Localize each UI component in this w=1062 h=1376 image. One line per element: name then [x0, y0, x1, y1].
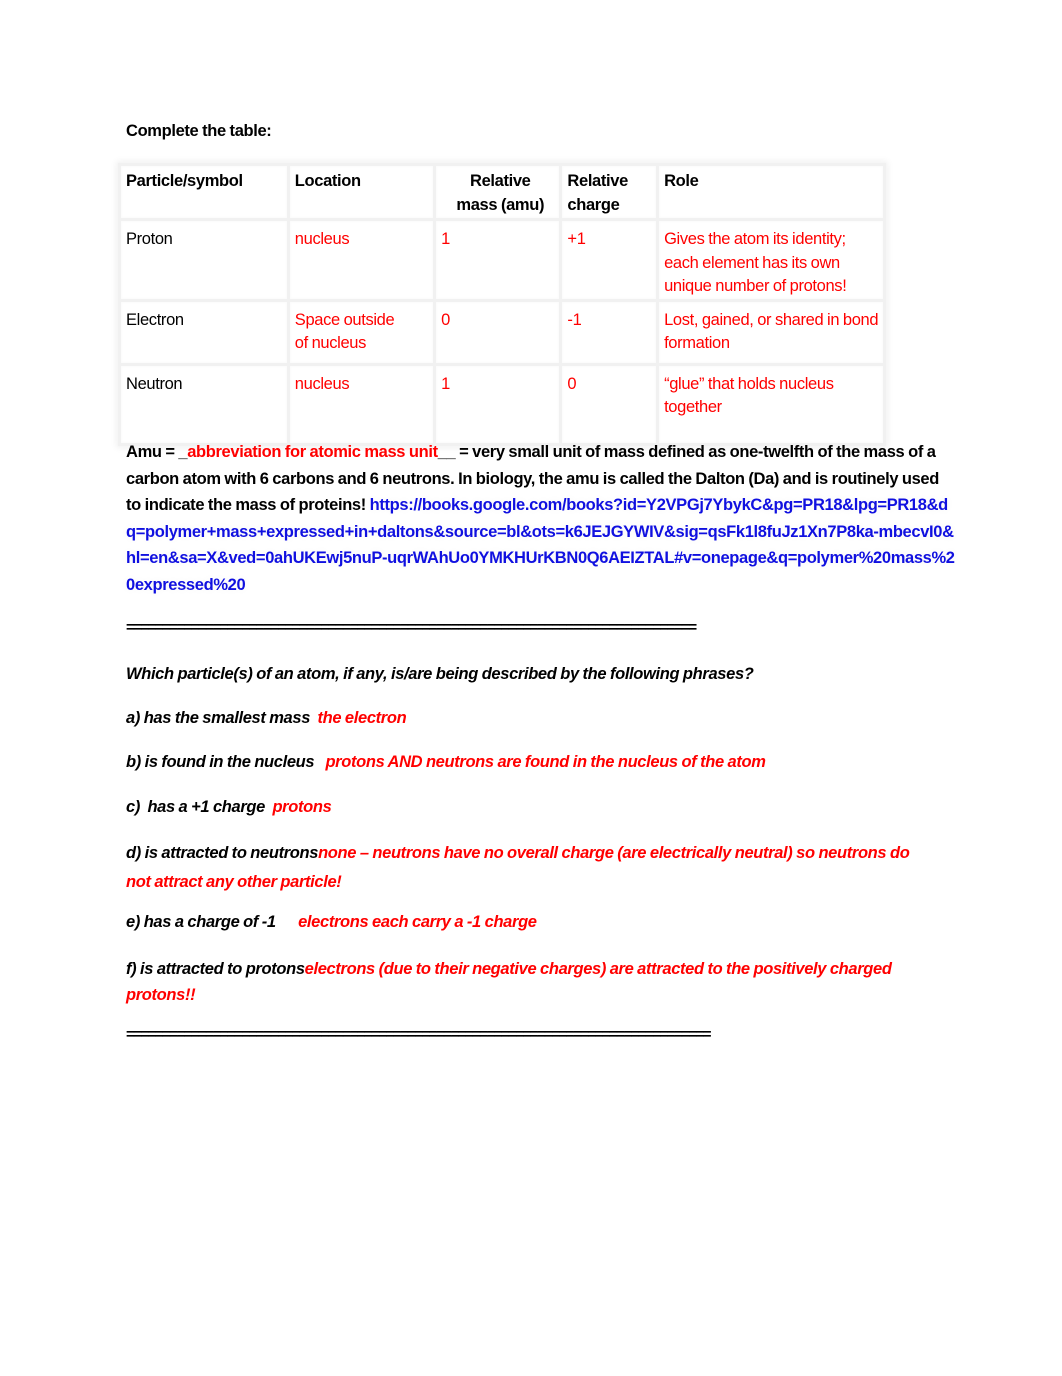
- questions-intro: Which particle(s) of an atom, if any, is…: [126, 665, 754, 683]
- question-label: d) is attracted to neutrons: [126, 844, 319, 862]
- cell-location: nucleus: [286, 362, 437, 446]
- question-label: c) has a +1 charge: [126, 798, 273, 816]
- cell-mass: 1: [433, 218, 563, 302]
- cell-role: “glue” that holds nucleus together: [656, 362, 886, 446]
- section-heading: Complete the table:: [126, 122, 272, 140]
- amu-answer: abbreviation for atomic mass unit: [187, 443, 438, 461]
- table-row: Proton nucleus 1 +1 Gives the atom its i…: [118, 218, 886, 302]
- header-relative-mass: Relative mass (amu): [433, 163, 563, 221]
- question-label: a) has the smallest mass: [126, 709, 318, 727]
- question-e: e) has a charge of -1 electrons each car…: [126, 911, 916, 934]
- question-answer: electrons each carry a -1 charge: [298, 913, 537, 931]
- cell-charge: -1: [559, 298, 660, 366]
- amu-prefix: Amu = _: [126, 443, 188, 461]
- header-role: Role: [656, 163, 886, 221]
- question-a: a) has the smallest mass the electron: [126, 707, 916, 730]
- cell-particle: Neutron: [118, 362, 290, 446]
- question-c: c) has a +1 charge protons: [126, 796, 916, 819]
- cell-location-text: Space outside of nucleus: [294, 310, 395, 353]
- particle-table: Particle/symbol Location Relative mass (…: [118, 163, 886, 446]
- cell-particle: Proton: [118, 218, 290, 302]
- table-row: Electron Space outside of nucleus 0 -1 L…: [118, 298, 886, 366]
- amu-definition-paragraph: Amu = _abbreviation for atomic mass unit…: [126, 439, 956, 599]
- header-relative-charge: Relative charge: [559, 163, 660, 221]
- separator-line: ========================================…: [126, 1026, 712, 1043]
- question-label: e) has a charge of -1: [126, 913, 299, 931]
- cell-mass: 1: [433, 362, 563, 446]
- header-particle: Particle/symbol: [118, 163, 290, 221]
- header-relative-mass-text: Relative mass (amu): [456, 172, 545, 214]
- header-location: Location: [286, 163, 437, 221]
- cell-location: nucleus: [286, 218, 437, 302]
- question-d: d) is attracted to neutronsnone – neutro…: [126, 839, 916, 897]
- cell-charge: 0: [559, 362, 660, 446]
- question-b: b) is found in the nucleus protons AND n…: [126, 751, 916, 774]
- header-relative-charge-text: Relative charge: [567, 172, 628, 214]
- cell-charge: +1: [559, 218, 660, 302]
- table-header-row: Particle/symbol Location Relative mass (…: [118, 163, 886, 221]
- question-answer: protons: [272, 798, 332, 816]
- question-answer: the electron: [317, 709, 407, 727]
- question-f: f) is attracted to protonselectrons (due…: [126, 956, 916, 1008]
- question-label: f) is attracted to protons: [126, 960, 305, 978]
- cell-mass: 0: [433, 298, 563, 366]
- separator-line: ========================================…: [126, 619, 697, 636]
- table-row: Neutron nucleus 1 0 “glue” that holds nu…: [118, 362, 886, 446]
- question-answer: protons AND neutrons are found in the nu…: [325, 753, 766, 771]
- cell-location: Space outside of nucleus: [286, 298, 437, 366]
- question-label: b) is found in the nucleus: [126, 753, 326, 771]
- cell-particle: Electron: [118, 298, 290, 366]
- cell-role: Lost, gained, or shared in bond formatio…: [656, 298, 886, 366]
- cell-role: Gives the atom its identity; each elemen…: [656, 218, 886, 302]
